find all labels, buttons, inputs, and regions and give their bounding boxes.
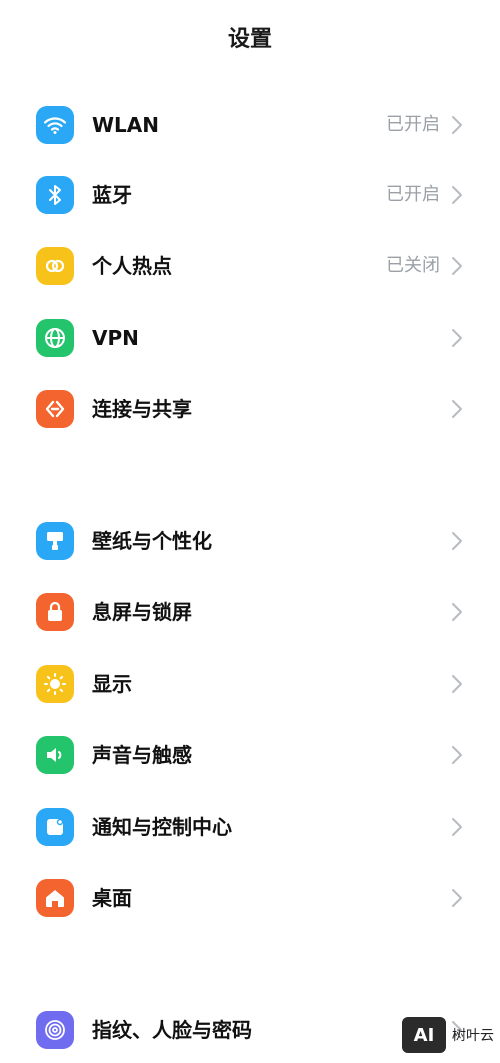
status-text: 已开启 — [386, 184, 440, 205]
status-text: 已开启 — [386, 114, 440, 135]
chevron-right-icon — [450, 256, 464, 276]
settings-item-label: 连接与共享 — [92, 397, 192, 421]
settings-item-wallpaper[interactable]: 壁纸与个性化 — [0, 509, 500, 573]
chevron-right-icon — [450, 602, 464, 622]
wifi-icon — [36, 106, 74, 144]
share-icon — [36, 390, 74, 428]
chevron-right-icon — [450, 745, 464, 765]
home-icon — [36, 879, 74, 917]
settings-item-connection-share[interactable]: 连接与共享 — [0, 377, 500, 441]
status-text: 已关闭 — [386, 255, 440, 276]
chevron-right-icon — [450, 399, 464, 419]
settings-item-bluetooth[interactable]: 蓝牙 已开启 — [0, 163, 500, 227]
settings-item-notification[interactable]: 通知与控制中心 — [0, 795, 500, 859]
settings-item-label: 桌面 — [92, 886, 132, 910]
speaker-icon — [36, 736, 74, 774]
page-title: 设置 — [227, 27, 272, 52]
settings-item-desktop[interactable]: 桌面 — [0, 866, 500, 930]
settings-item-vpn[interactable]: VPN — [0, 306, 500, 370]
settings-item-label: WLAN — [92, 113, 160, 137]
watermark: AI 树叶云 — [402, 1015, 494, 1055]
settings-item-hotspot[interactable]: 个人热点 已关闭 — [0, 234, 500, 298]
brush-icon — [36, 522, 74, 560]
globe-icon — [36, 319, 74, 357]
lock-icon — [36, 593, 74, 631]
sun-icon — [36, 665, 74, 703]
bluetooth-icon — [36, 176, 74, 214]
settings-item-label: 指纹、人脸与密码 — [92, 1018, 252, 1042]
chevron-right-icon — [450, 328, 464, 348]
watermark-text: 树叶云 — [452, 1028, 494, 1044]
chevron-right-icon — [450, 674, 464, 694]
settings-item-label: 个人热点 — [92, 254, 172, 278]
settings-item-label: VPN — [92, 326, 139, 350]
settings-item-label: 通知与控制中心 — [92, 815, 232, 839]
settings-item-label: 蓝牙 — [92, 183, 132, 207]
chevron-right-icon — [450, 185, 464, 205]
settings-item-label: 息屏与锁屏 — [92, 600, 192, 624]
notification-icon — [36, 808, 74, 846]
settings-item-lockscreen[interactable]: 息屏与锁屏 — [0, 580, 500, 644]
chevron-right-icon — [450, 531, 464, 551]
settings-item-display[interactable]: 显示 — [0, 652, 500, 716]
chevron-right-icon — [450, 115, 464, 135]
settings-item-sound[interactable]: 声音与触感 — [0, 723, 500, 787]
settings-item-wlan[interactable]: WLAN 已开启 — [0, 93, 500, 157]
watermark-logo: AI — [402, 1017, 446, 1053]
fingerprint-icon — [36, 1011, 74, 1049]
settings-item-label: 显示 — [92, 672, 132, 696]
settings-item-label: 声音与触感 — [92, 743, 192, 767]
chevron-right-icon — [450, 817, 464, 837]
hotspot-icon — [36, 247, 74, 285]
chevron-right-icon — [450, 888, 464, 908]
watermark-logo-text: AI — [413, 1024, 435, 1046]
settings-item-label: 壁纸与个性化 — [92, 529, 212, 553]
